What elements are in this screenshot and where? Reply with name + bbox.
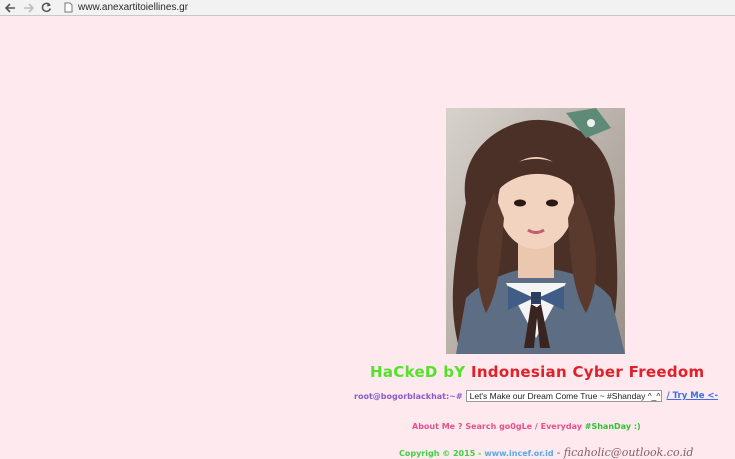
console-prompt: root@bogorblackhat:~#	[354, 391, 463, 401]
console-row: root@bogorblackhat:~# Let's Make our Dre…	[354, 390, 718, 402]
menu-hashtag: #ShanDay :)	[584, 422, 641, 431]
signature-text: - ficaholic@outlook.co.id	[556, 446, 694, 459]
headline-part-2: Indonesian Cyber Freedom	[470, 363, 705, 381]
console-input[interactable]: Let's Make our Dream Come True ~ #Shanda…	[465, 390, 662, 402]
back-button[interactable]	[2, 0, 18, 15]
try-me-link[interactable]: / Try Me <-	[667, 391, 718, 401]
back-arrow-icon	[4, 2, 15, 13]
page-icon	[64, 2, 74, 14]
site-link[interactable]: www.incef.or.id	[484, 449, 553, 458]
address-bar[interactable]: www.anexartitoiellines.gr	[78, 0, 188, 15]
forward-arrow-icon	[23, 2, 34, 13]
reload-icon	[41, 2, 51, 13]
hacked-headline: HaCkeD bY Indonesian Cyber Freedom	[370, 363, 704, 381]
profile-photo	[446, 108, 625, 354]
browser-toolbar: www.anexartitoiellines.gr	[0, 0, 735, 16]
footer: Copyrigh © 2015 - www.incef.or.id - fica…	[399, 446, 693, 459]
menu-row: About Me ? Search go0gLe / Everyday #Sha…	[412, 422, 641, 431]
reload-button[interactable]	[38, 0, 54, 15]
copyright-text: Copyrigh © 2015 -	[399, 449, 482, 458]
headline-part-1: HaCkeD bY	[370, 363, 466, 381]
menu-links[interactable]: About Me ? Search go0gLe / Everyday	[412, 422, 582, 431]
forward-button[interactable]	[20, 0, 36, 15]
